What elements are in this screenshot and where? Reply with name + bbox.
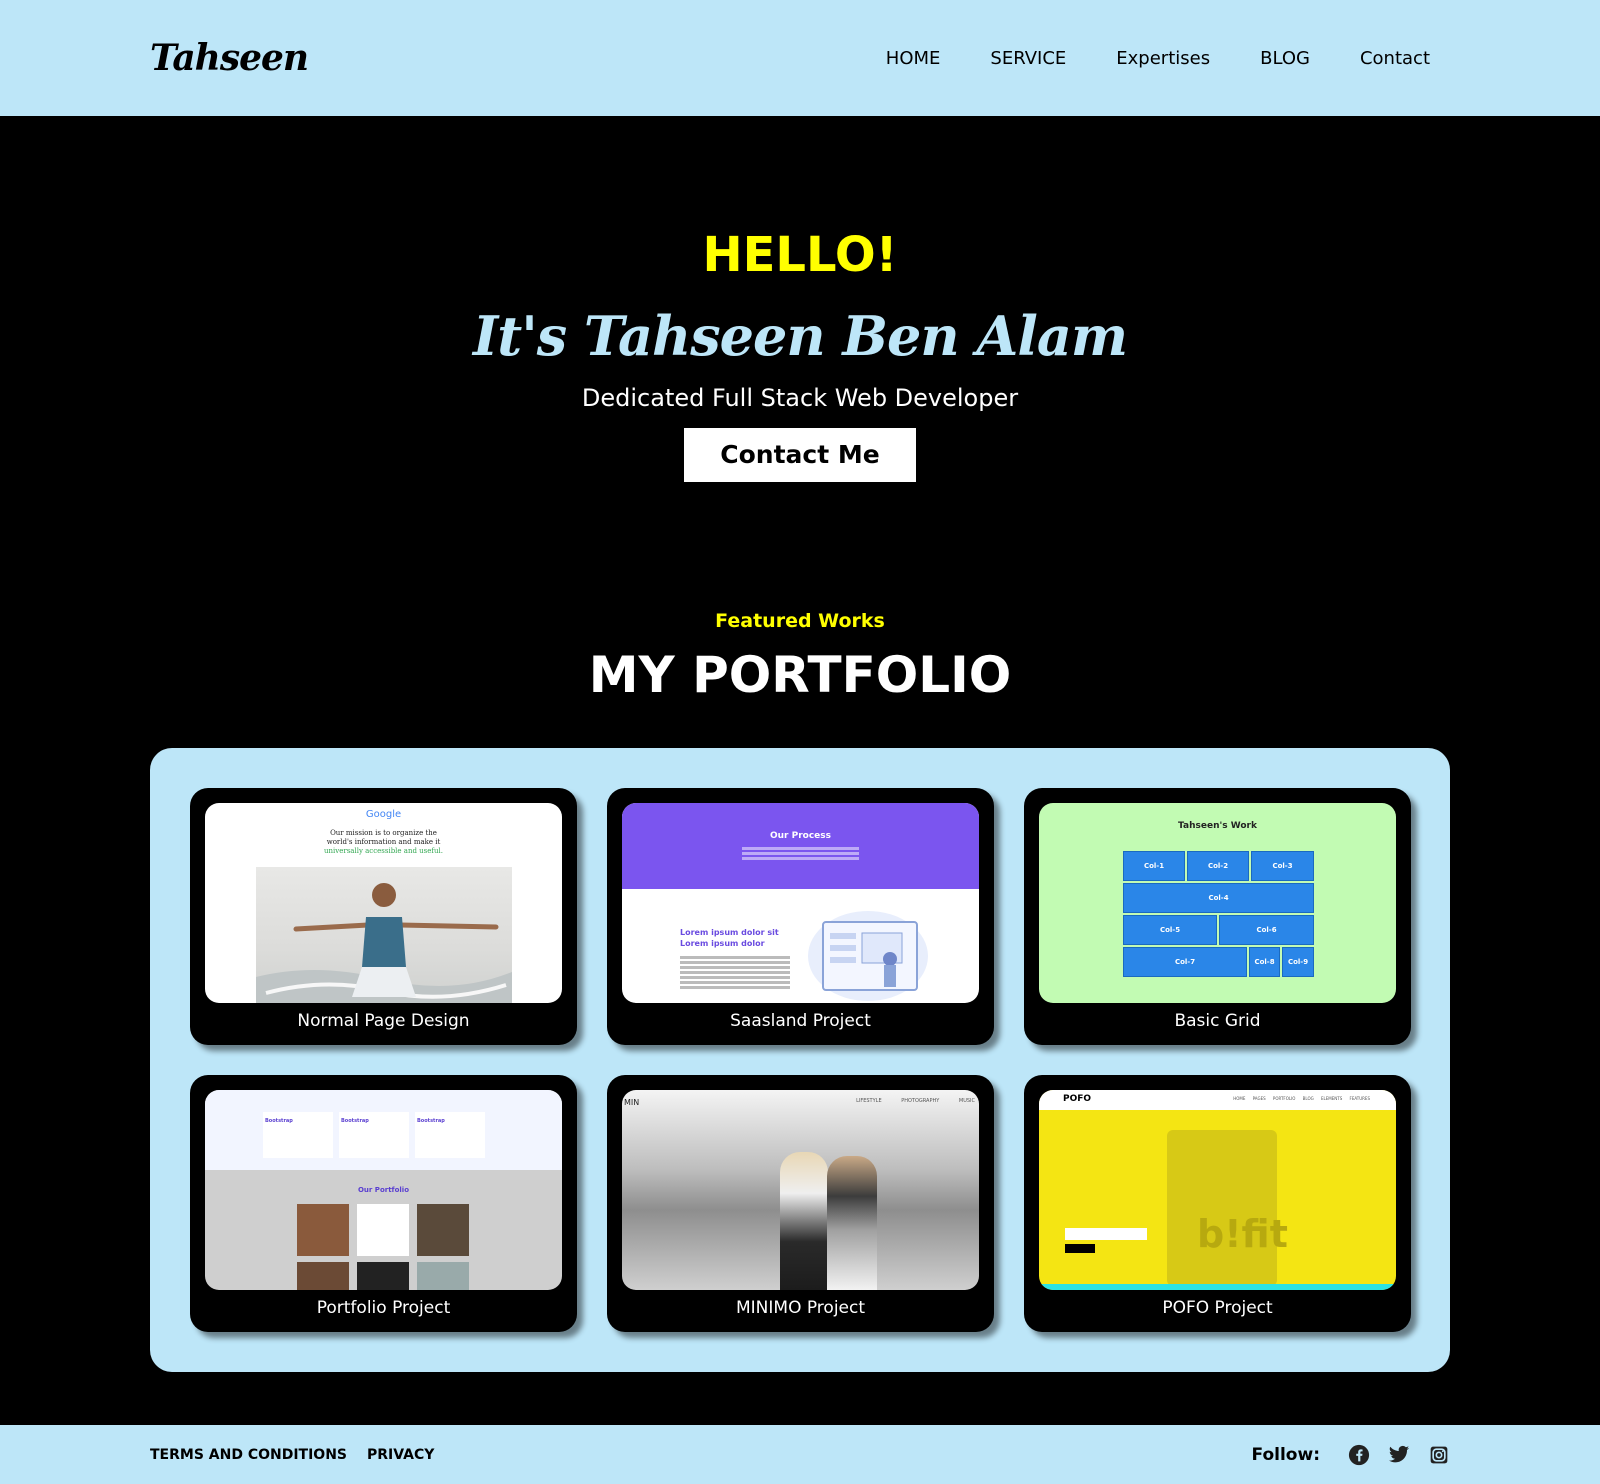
- site-header: Tahseen HOME SERVICE Expertises BLOG Con…: [0, 0, 1600, 116]
- thumb-image: [357, 1262, 409, 1290]
- thumb-box-title: Bootstrap: [265, 1118, 293, 1124]
- site-logo[interactable]: Tahseen: [150, 37, 309, 79]
- thumb-lines: [742, 847, 859, 850]
- thumb-grid-cell: Col-5: [1123, 915, 1217, 945]
- nav-expertises[interactable]: Expertises: [1116, 48, 1210, 69]
- nav-service[interactable]: SERVICE: [990, 48, 1066, 69]
- twitter-icon[interactable]: [1388, 1444, 1410, 1466]
- facebook-icon[interactable]: [1348, 1444, 1370, 1466]
- portfolio-card-title: Saasland Project: [730, 1011, 871, 1031]
- thumb-logo: MIN: [624, 1098, 640, 1107]
- thumb-grid-cell: Col-4: [1123, 883, 1314, 913]
- portfolio-card[interactable]: MIN LIFESTYLE PHOTOGRAPHY MUSIC MINIMO P…: [607, 1075, 994, 1332]
- portfolio-card-title: Basic Grid: [1174, 1011, 1261, 1031]
- thumb-grid-cell: Col-6: [1219, 915, 1314, 945]
- thumb-image: [417, 1204, 469, 1256]
- nav-blog[interactable]: BLOG: [1260, 48, 1310, 69]
- portfolio-thumbnail: Tahseen's Work Col-1 Col-2 Col-3 Col-4 C…: [1039, 803, 1396, 1003]
- portfolio-card[interactable]: Google Our mission is to organize the wo…: [190, 788, 577, 1045]
- social-follow: Follow:: [1252, 1444, 1450, 1466]
- thumb-heading: Tahseen's Work: [1178, 821, 1257, 831]
- nav-contact[interactable]: Contact: [1360, 48, 1430, 69]
- contact-me-button[interactable]: Contact Me: [684, 428, 916, 482]
- thumb-mission-line: universally accessible and useful.: [324, 847, 443, 855]
- thumb-grid-cell: Col-9: [1282, 947, 1314, 977]
- portfolio-thumbnail: MIN LIFESTYLE PHOTOGRAPHY MUSIC: [622, 1090, 979, 1290]
- portfolio-card[interactable]: Our Process Lorem ipsum dolor sit Lorem …: [607, 788, 994, 1045]
- thumb-mission-line: Our mission is to organize the: [330, 829, 437, 837]
- thumb-subheading: Lorem ipsum dolor sit Lorem ipsum dolor: [680, 927, 779, 949]
- thumb-heading: Our Process: [769, 831, 831, 841]
- portfolio-heading: Featured Works MY PORTFOLIO: [0, 610, 1600, 704]
- thumb-person: [780, 1152, 828, 1290]
- thumb-image: [357, 1204, 409, 1256]
- thumb-brand: b!fit: [1197, 1212, 1288, 1256]
- portfolio-card[interactable]: Tahseen's Work Col-1 Col-2 Col-3 Col-4 C…: [1024, 788, 1411, 1045]
- portfolio-card-title: Portfolio Project: [316, 1298, 451, 1318]
- terms-link[interactable]: TERMS AND CONDITIONS: [150, 1447, 347, 1463]
- thumb-mission-text: Our mission is to organize the world's i…: [205, 829, 562, 856]
- thumb-lorem: Lorem ipsum dolor: [680, 939, 765, 948]
- thumb-grid-cell: Col-3: [1251, 851, 1314, 881]
- thumb-navbar: POFO HOME PAGES PORTFOLIO BLOG ELEMENTS …: [1039, 1090, 1396, 1110]
- hero-greeting: HELLO!: [702, 227, 898, 283]
- thumb-box-title: Bootstrap: [417, 1118, 445, 1124]
- thumb-grid: Col-1 Col-2 Col-3 Col-4 Col-5 Col-6 Col-…: [1123, 851, 1314, 977]
- thumb-photo: [256, 867, 512, 1003]
- thumb-lorem: Lorem ipsum dolor sit: [680, 928, 779, 937]
- thumb-paragraph: [680, 956, 790, 959]
- portfolio-thumbnail: POFO HOME PAGES PORTFOLIO BLOG ELEMENTS …: [1039, 1090, 1396, 1290]
- instagram-icon[interactable]: [1428, 1444, 1450, 1466]
- thumb-image: [297, 1204, 349, 1256]
- portfolio-card[interactable]: Bootstrap Bootstrap Bootstrap Our Portfo…: [190, 1075, 577, 1332]
- thumb-image: [417, 1262, 469, 1290]
- hero-section: HELLO! It's Tahseen Ben Alam Dedicated F…: [0, 116, 1600, 586]
- thumb-button: [1065, 1244, 1095, 1253]
- portfolio-thumbnail: Bootstrap Bootstrap Bootstrap Our Portfo…: [205, 1090, 562, 1290]
- thumb-image: [297, 1262, 349, 1290]
- thumb-button: [1065, 1228, 1147, 1240]
- portfolio-subtitle: Featured Works: [715, 610, 885, 632]
- privacy-link[interactable]: PRIVACY: [367, 1447, 434, 1463]
- site-footer: TERMS AND CONDITIONS PRIVACY Follow:: [0, 1425, 1600, 1484]
- thumb-stripe: [1039, 1284, 1396, 1290]
- hero-name: It's Tahseen Ben Alam: [473, 304, 1128, 368]
- thumb-heading: Our Portfolio: [357, 1186, 410, 1194]
- portfolio-grid: Google Our mission is to organize the wo…: [150, 748, 1450, 1372]
- nav-home[interactable]: HOME: [886, 48, 941, 69]
- hero-tagline: Dedicated Full Stack Web Developer: [581, 384, 1019, 412]
- portfolio-card-title: POFO Project: [1162, 1298, 1273, 1318]
- thumb-logo: POFO: [1063, 1094, 1092, 1104]
- portfolio-card-title: Normal Page Design: [297, 1011, 470, 1031]
- thumb-google-logo: Google: [365, 809, 402, 820]
- thumb-nav: LIFESTYLE PHOTOGRAPHY MUSIC: [856, 1098, 975, 1104]
- thumb-nav: HOME PAGES PORTFOLIO BLOG ELEMENTS FEATU…: [1233, 1096, 1370, 1101]
- thumb-banner: Our Process: [622, 803, 979, 889]
- thumb-illustration: [822, 921, 918, 991]
- main-nav: HOME SERVICE Expertises BLOG Contact: [886, 48, 1430, 69]
- portfolio-card[interactable]: POFO HOME PAGES PORTFOLIO BLOG ELEMENTS …: [1024, 1075, 1411, 1332]
- thumb-grid-cell: Col-1: [1123, 851, 1185, 881]
- thumb-grid-cell: Col-8: [1249, 947, 1280, 977]
- portfolio-thumbnail: Google Our mission is to organize the wo…: [205, 803, 562, 1003]
- footer-links: TERMS AND CONDITIONS PRIVACY: [150, 1447, 434, 1463]
- thumb-grid-cell: Col-7: [1123, 947, 1247, 977]
- portfolio-title: MY PORTFOLIO: [588, 646, 1012, 704]
- portfolio-card-title: MINIMO Project: [735, 1298, 866, 1318]
- thumb-bag: [1167, 1130, 1277, 1286]
- thumb-grid-cell: Col-2: [1187, 851, 1249, 881]
- thumb-box-title: Bootstrap: [341, 1118, 369, 1124]
- portfolio-thumbnail: Our Process Lorem ipsum dolor sit Lorem …: [622, 803, 979, 1003]
- thumb-person: [827, 1156, 877, 1290]
- thumb-mission-line: world's information and make it: [326, 838, 441, 846]
- follow-label: Follow:: [1251, 1444, 1320, 1465]
